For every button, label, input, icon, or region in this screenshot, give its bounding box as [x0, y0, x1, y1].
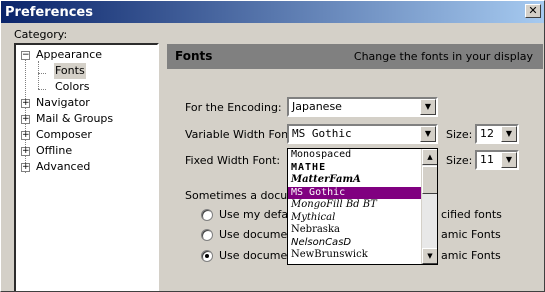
scroll-up-icon[interactable]: ▲ — [422, 149, 437, 165]
list-item[interactable]: Monospaced — [288, 149, 421, 162]
tree-item-offline[interactable]: + Offline — [16, 143, 157, 159]
tree-item-composer[interactable]: + Composer — [16, 127, 157, 143]
tree-item-fonts[interactable]: Fonts — [16, 63, 157, 79]
scroll-thumb[interactable] — [422, 166, 437, 194]
tree-item-advanced[interactable]: + Advanced — [16, 159, 157, 175]
encoding-select[interactable]: Japanese ▼ — [287, 97, 438, 117]
chevron-down-icon[interactable]: ▼ — [420, 126, 436, 142]
tree-item-label: Composer — [36, 128, 92, 141]
tree-item-label: Offline — [36, 144, 73, 157]
list-item[interactable]: Mythical — [288, 212, 421, 225]
variable-size-value: 12 — [480, 127, 494, 140]
fixed-size-label: Size: — [446, 154, 473, 167]
expand-icon[interactable]: + — [21, 147, 30, 156]
chevron-down-icon[interactable]: ▼ — [501, 126, 517, 142]
tree-item-mail-groups[interactable]: + Mail & Groups — [16, 111, 157, 127]
radio-label-trailing: cified fonts — [441, 208, 502, 221]
variable-size-label: Size: — [446, 128, 473, 141]
list-item[interactable]: Nebraska — [288, 224, 421, 237]
radio-use-document-dynamic[interactable] — [201, 250, 213, 262]
dropdown-scrollbar[interactable]: ▲ ▼ — [421, 149, 437, 264]
expand-icon[interactable]: + — [21, 99, 30, 108]
section-subtitle: Change the fonts in your display — [353, 50, 533, 63]
list-item[interactable]: MatterFamA — [288, 174, 421, 187]
list-item[interactable]: NelsonCasD — [288, 237, 421, 250]
scroll-down-icon[interactable]: ▼ — [422, 248, 437, 264]
preferences-window: Preferences ✕ Category: − Appearance Fon… — [0, 0, 545, 292]
tree-item-label: Appearance — [36, 48, 103, 61]
chevron-down-icon[interactable]: ▼ — [501, 152, 517, 168]
variable-size-select[interactable]: 12 ▼ — [475, 124, 519, 144]
radio-label-trailing: amic Fonts — [441, 249, 501, 262]
list-item[interactable]: MATHE — [288, 162, 421, 175]
variable-font-label: Variable Width Font: — [185, 128, 297, 141]
variable-font-select[interactable]: MS Gothic ▼ — [287, 124, 438, 144]
close-button[interactable]: ✕ — [525, 4, 541, 18]
tree-item-label: Colors — [55, 80, 90, 93]
font-dropdown-list[interactable]: Monospaced MATHE MatterFamA MS Gothic Mo… — [287, 148, 438, 265]
expand-icon[interactable]: + — [21, 163, 30, 172]
radio-use-document-fonts[interactable] — [201, 229, 213, 241]
category-tree[interactable]: − Appearance Fonts Colors + Navigator + … — [14, 43, 159, 291]
window-title: Preferences — [5, 4, 93, 20]
tree-item-label: Mail & Groups — [36, 112, 114, 125]
chevron-down-icon[interactable]: ▼ — [420, 99, 436, 115]
radio-selected-dot — [205, 254, 209, 258]
fixed-size-value: 11 — [480, 153, 494, 166]
expand-icon[interactable]: + — [21, 131, 30, 140]
list-item[interactable]: NewBrunswick — [288, 249, 421, 262]
encoding-label: For the Encoding: — [185, 101, 282, 114]
tree-item-navigator[interactable]: + Navigator — [16, 95, 157, 111]
radio-use-my-default[interactable] — [201, 209, 213, 221]
list-item[interactable]: MongoFill Bd BT — [288, 199, 421, 212]
encoding-value: Japanese — [292, 100, 342, 113]
tree-item-appearance[interactable]: − Appearance — [16, 47, 157, 63]
tree-item-label: Fonts — [54, 63, 86, 79]
fixed-size-select[interactable]: 11 ▼ — [475, 150, 519, 170]
title-bar: Preferences ✕ — [1, 1, 544, 23]
tree-item-label: Advanced — [36, 160, 91, 173]
collapse-icon[interactable]: − — [21, 51, 30, 60]
fixed-font-label: Fixed Width Font: — [185, 154, 281, 167]
tree-item-colors[interactable]: Colors — [16, 79, 157, 95]
tree-item-label: Navigator — [36, 96, 90, 109]
variable-font-value: MS Gothic — [292, 127, 352, 140]
radio-label-trailing: amic Fonts — [441, 228, 501, 241]
list-item-selected[interactable]: MS Gothic — [288, 186, 421, 199]
category-label: Category: — [14, 28, 68, 41]
section-title: Fonts — [175, 49, 213, 63]
section-header: Fonts Change the fonts in your display — [167, 44, 543, 69]
expand-icon[interactable]: + — [21, 115, 30, 124]
